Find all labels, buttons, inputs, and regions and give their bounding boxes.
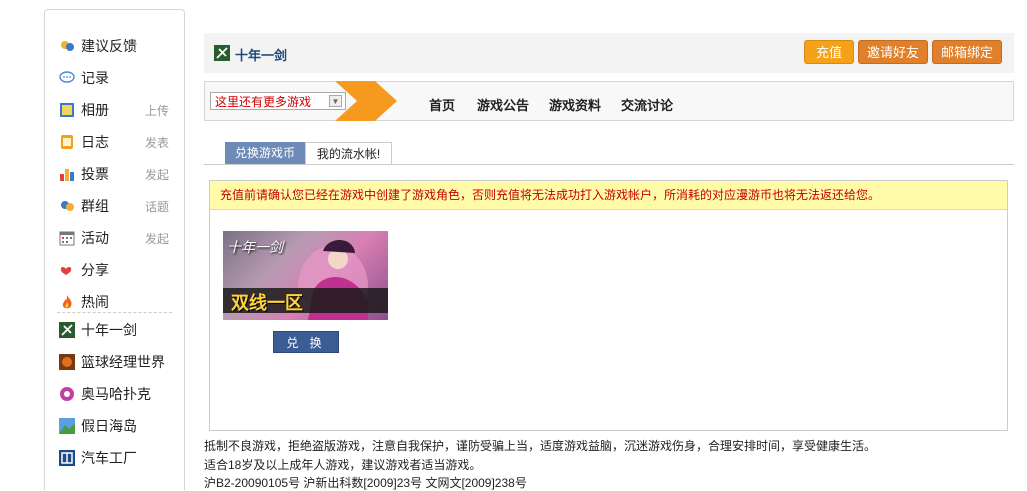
tab-my-transactions[interactable]: 我的流水帐! bbox=[305, 142, 392, 164]
sidebar-item-label: 假日海岛 bbox=[81, 418, 137, 434]
basketball-game-icon bbox=[59, 354, 75, 370]
orange-arrow-decoration bbox=[335, 81, 397, 121]
invite-friends-button[interactable]: 邀请好友 bbox=[858, 40, 928, 64]
bind-email-button[interactable]: 邮箱绑定 bbox=[932, 40, 1002, 64]
sidebar-item-share[interactable]: 分享 bbox=[59, 259, 179, 281]
chat-bubbles-icon bbox=[59, 38, 75, 54]
game-header: 十年一剑 充值 邀请好友 邮箱绑定 bbox=[204, 33, 1014, 73]
sword-game-icon bbox=[59, 322, 75, 338]
game-navbar: 这里还有更多游戏 ▼ 首页 游戏公告 游戏资料 交流讨论 bbox=[204, 81, 1014, 121]
share-hearts-icon bbox=[59, 262, 75, 278]
sidebar-app-basketball[interactable]: 篮球经理世界 bbox=[59, 351, 179, 373]
more-games-select[interactable]: 这里还有更多游戏 ▼ bbox=[210, 92, 346, 110]
car-factory-icon bbox=[59, 450, 75, 466]
group-chat-icon bbox=[59, 198, 75, 214]
nav-discussion[interactable]: 交流讨论 bbox=[621, 95, 673, 114]
sidebar-item-label: 汽车工厂 bbox=[81, 450, 137, 466]
sidebar-item-label: 活动 bbox=[81, 230, 109, 246]
sidebar-item-journal[interactable]: 日志 发表 bbox=[59, 131, 179, 153]
speech-bubble-icon bbox=[59, 70, 75, 86]
footer-license: 沪B2-20090105号 沪新出科数[2009]23号 文网文[2009]23… bbox=[204, 476, 527, 490]
footer-health-notice: 抵制不良游戏，拒绝盗版游戏，注意自我保护，谨防受骗上当，适度游戏益脑，沉迷游戏伤… bbox=[204, 439, 877, 453]
sidebar-item-label: 群组 bbox=[81, 198, 109, 214]
sidebar-item-groups[interactable]: 群组 话题 bbox=[59, 195, 179, 217]
topics-link[interactable]: 话题 bbox=[145, 198, 169, 215]
banner-server-name: 双线一区 bbox=[231, 293, 303, 313]
sidebar-item-vote[interactable]: 投票 发起 bbox=[59, 163, 179, 185]
bar-chart-icon bbox=[59, 166, 75, 182]
sidebar-divider bbox=[57, 312, 172, 313]
calendar-icon bbox=[59, 230, 75, 246]
sword-game-icon bbox=[214, 45, 230, 64]
flame-icon bbox=[59, 294, 75, 310]
sidebar-item-feedback[interactable]: 建议反馈 bbox=[59, 35, 179, 57]
sidebar-item-label: 篮球经理世界 bbox=[81, 354, 165, 370]
nav-home[interactable]: 首页 bbox=[429, 95, 455, 114]
start-event-link[interactable]: 发起 bbox=[145, 230, 169, 247]
recharge-warning: 充值前请确认您已经在游戏中创建了游戏角色，否则充值将无法成功打入游戏帐户，所消耗… bbox=[210, 181, 1007, 210]
server-banner-image[interactable]: 十年一剑 双线一区 bbox=[223, 231, 388, 320]
nav-announcements[interactable]: 游戏公告 bbox=[477, 95, 529, 114]
sidebar-item-label: 日志 bbox=[81, 134, 109, 150]
sidebar-item-album[interactable]: 相册 上传 bbox=[59, 99, 179, 121]
game-title: 十年一剑 bbox=[214, 45, 287, 64]
sidebar-app-shinian-yijian[interactable]: 十年一剑 bbox=[59, 319, 179, 341]
sidebar: 建议反馈 记录 相册 上传 日志 发表 投票 发起 群组 话题 活动 发起 分享… bbox=[44, 9, 185, 490]
sidebar-item-label: 热闹 bbox=[81, 294, 109, 310]
tab-exchange-coins[interactable]: 兑换游戏币 bbox=[225, 142, 305, 164]
more-games-select-value: 这里还有更多游戏 bbox=[215, 95, 312, 109]
sidebar-app-holiday-island[interactable]: 假日海岛 bbox=[59, 415, 179, 437]
banner-game-logo: 十年一剑 bbox=[227, 240, 283, 256]
footer-age-notice: 适合18岁及以上成年人游戏，建议游戏者适当游戏。 bbox=[204, 458, 482, 472]
publish-link[interactable]: 发表 bbox=[145, 134, 169, 151]
sidebar-item-events[interactable]: 活动 发起 bbox=[59, 227, 179, 249]
sidebar-item-label: 分享 bbox=[81, 262, 109, 278]
sidebar-item-records[interactable]: 记录 bbox=[59, 67, 179, 89]
sidebar-item-label: 投票 bbox=[81, 166, 109, 182]
photo-album-icon bbox=[59, 102, 75, 118]
journal-icon bbox=[59, 134, 75, 150]
tabs-underline bbox=[204, 164, 1014, 165]
sidebar-item-label: 十年一剑 bbox=[81, 322, 137, 338]
start-vote-link[interactable]: 发起 bbox=[145, 166, 169, 183]
recharge-button[interactable]: 充值 bbox=[804, 40, 854, 64]
upload-link[interactable]: 上传 bbox=[145, 102, 169, 119]
sidebar-app-car-factory[interactable]: 汽车工厂 bbox=[59, 447, 179, 469]
nav-game-info[interactable]: 游戏资料 bbox=[549, 95, 601, 114]
game-title-text: 十年一剑 bbox=[235, 48, 288, 63]
sidebar-item-label: 记录 bbox=[81, 70, 109, 86]
sidebar-item-label: 建议反馈 bbox=[81, 38, 137, 54]
sidebar-item-label: 奥马哈扑克 bbox=[81, 386, 151, 402]
sidebar-item-label: 相册 bbox=[81, 102, 109, 118]
sidebar-app-omaha-poker[interactable]: 奥马哈扑克 bbox=[59, 383, 179, 405]
exchange-button[interactable]: 兑 换 bbox=[273, 331, 339, 353]
exchange-panel: 充值前请确认您已经在游戏中创建了游戏角色，否则充值将无法成功打入游戏帐户，所消耗… bbox=[209, 180, 1008, 431]
poker-game-icon bbox=[59, 386, 75, 402]
sidebar-item-hot[interactable]: 热闹 bbox=[59, 291, 179, 313]
island-game-icon bbox=[59, 418, 75, 434]
